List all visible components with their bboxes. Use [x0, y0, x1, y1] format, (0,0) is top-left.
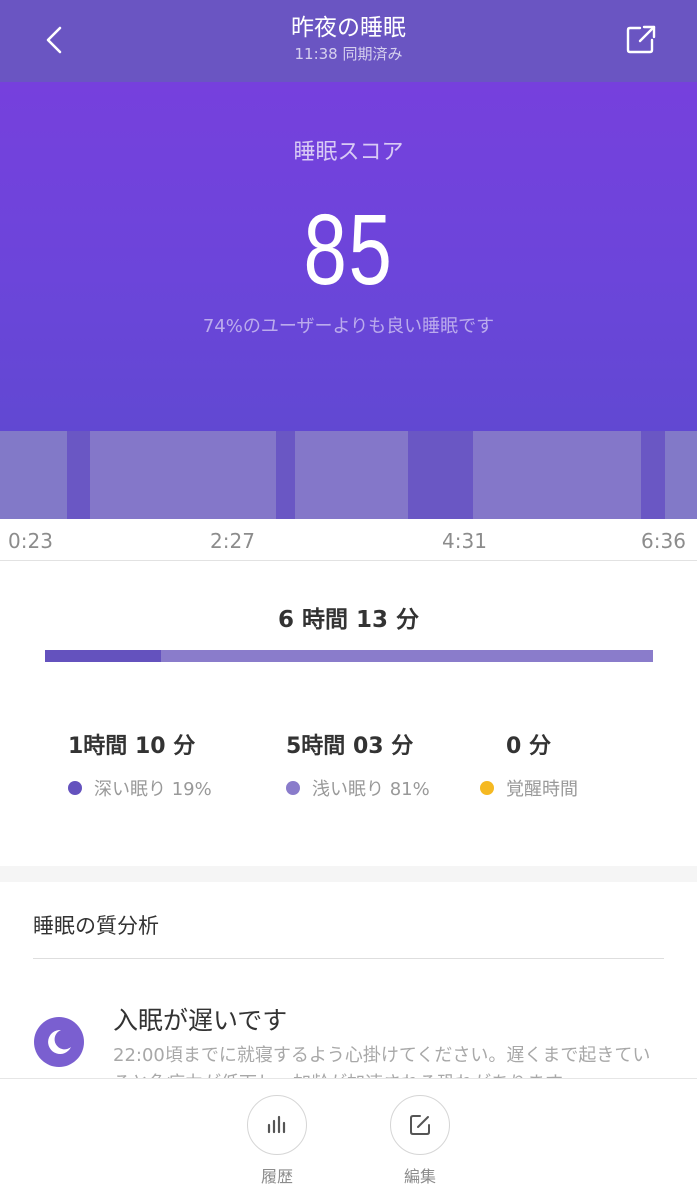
awake-label: 覚醒時間	[506, 779, 578, 800]
deep-sleep-legend: 深い眠り 19%	[68, 775, 212, 801]
moon-glyph	[48, 1029, 71, 1054]
page-title: 昨夜の睡眠	[291, 15, 406, 41]
sleep-score-panel: 睡眠スコア 85 74%のユーザーよりも良い睡眠です	[0, 82, 697, 431]
insight-title: 入眠が遅いです	[113, 1006, 288, 1035]
time-tick: 4:31	[442, 529, 487, 553]
score-label: 睡眠スコア	[293, 140, 404, 165]
bar-chart-icon	[267, 1115, 286, 1134]
moon-icon	[34, 1017, 84, 1067]
light-sleep-label: 浅い眠り 81%	[312, 779, 430, 800]
light-sleep-duration: 5時間 03 分	[286, 734, 414, 759]
total-sleep-duration: 6 時間 13 分	[277, 607, 420, 633]
light-sleep-legend: 浅い眠り 81%	[286, 775, 430, 801]
divider	[33, 958, 664, 959]
timeline-time-axis: 0:23 2:27 4:31 6:36	[0, 519, 697, 561]
insight-description: 22:00頃までに就寝するよう心掛けてください。遅くまで起きていると免疫力が低下…	[113, 1045, 651, 1080]
section-separator	[0, 866, 697, 882]
top-bar: 昨夜の睡眠 11:38 同期済み	[0, 0, 697, 82]
light-sleep-segment	[295, 431, 408, 519]
score-value: 85	[303, 194, 394, 306]
analysis-heading: 睡眠の質分析	[33, 914, 159, 938]
share-export-icon	[626, 25, 656, 54]
sleep-ratio-bar	[45, 650, 653, 662]
deep-sleep-segment	[276, 431, 295, 519]
awake-stat: 0 分 覚醒時間	[480, 732, 578, 801]
header-titles: 昨夜の睡眠 11:38 同期済み	[0, 12, 697, 64]
time-tick: 2:27	[210, 529, 255, 553]
history-button[interactable]	[247, 1095, 307, 1155]
deep-sleep-segment	[67, 431, 90, 519]
history-label[interactable]: 履歴	[237, 1163, 317, 1187]
awake-duration: 0 分	[506, 734, 551, 759]
sleep-stage-timeline[interactable]	[0, 431, 697, 519]
deep-sleep-dot	[68, 781, 82, 795]
awake-legend: 覚醒時間	[480, 775, 578, 801]
deep-sleep-segment	[408, 431, 473, 519]
deep-sleep-label: 深い眠り 19%	[94, 779, 212, 800]
deep-sleep-stat: 1時間 10 分 深い眠り 19%	[68, 732, 212, 801]
light-sleep-segment	[473, 431, 641, 519]
edit-button[interactable]	[390, 1095, 450, 1155]
deep-sleep-segment	[641, 431, 665, 519]
score-comparison: 74%のユーザーよりも良い睡眠です	[202, 316, 495, 337]
time-tick: 0:23	[8, 529, 53, 553]
awake-dot	[480, 781, 494, 795]
light-sleep-segment	[90, 431, 276, 519]
sync-status: 11:38 同期済み	[294, 45, 403, 63]
light-sleep-dot	[286, 781, 300, 795]
share-button[interactable]	[622, 22, 660, 58]
edit-label[interactable]: 編集	[380, 1163, 460, 1187]
deep-sleep-ratio-fill	[45, 650, 161, 662]
deep-sleep-duration: 1時間 10 分	[68, 734, 196, 759]
light-sleep-stat: 5時間 03 分 浅い眠り 81%	[286, 732, 430, 801]
bottom-action-bar: 履歴 編集	[0, 1078, 697, 1200]
time-tick: 6:36	[641, 529, 686, 553]
edit-icon	[410, 1115, 430, 1135]
